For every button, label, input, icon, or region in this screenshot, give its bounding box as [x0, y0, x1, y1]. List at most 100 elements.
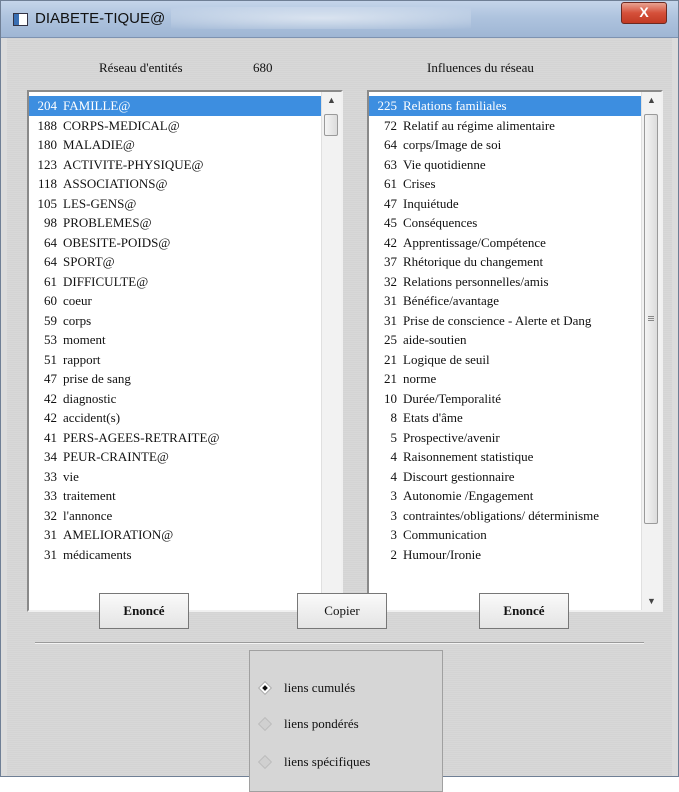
- scrollbar-thumb[interactable]: [644, 114, 658, 524]
- list-item[interactable]: 33 traitement: [29, 486, 322, 506]
- list-item[interactable]: 180 MALADIE@: [29, 135, 322, 155]
- arrow-up-icon[interactable]: ▲: [642, 92, 661, 109]
- list-item[interactable]: 61 Crises: [369, 174, 642, 194]
- list-item[interactable]: 41 PERS-AGEES-RETRAITE@: [29, 428, 322, 448]
- list-item[interactable]: 47 prise de sang: [29, 369, 322, 389]
- item-count: 64: [384, 137, 397, 152]
- item-label: Etats d'âme: [403, 410, 463, 425]
- title-bar[interactable]: DIABETE-TIQUE@ X: [1, 1, 678, 38]
- left-header-label: Réseau d'entités: [99, 60, 183, 75]
- list-item[interactable]: 42 accident(s): [29, 408, 322, 428]
- item-label: MALADIE@: [63, 137, 135, 152]
- list-item[interactable]: 51 rapport: [29, 350, 322, 370]
- list-item[interactable]: 47 Inquiétude: [369, 194, 642, 214]
- entity-list-scrollbar[interactable]: ▲ ▼: [321, 92, 341, 610]
- grip-icon: [648, 316, 654, 322]
- influence-list-scrollbar[interactable]: ▲ ▼: [641, 92, 661, 610]
- list-item[interactable]: 105 LES-GENS@: [29, 194, 322, 214]
- list-item[interactable]: 98 PROBLEMES@: [29, 213, 322, 233]
- list-item[interactable]: 3 Autonomie /Engagement: [369, 486, 642, 506]
- list-item[interactable]: 33 vie: [29, 467, 322, 487]
- list-item[interactable]: 37 Rhétorique du changement: [369, 252, 642, 272]
- radio-dot-icon: [257, 680, 273, 696]
- item-label: contraintes/obligations/ déterminisme: [403, 507, 600, 523]
- list-item[interactable]: 4 Raisonnement statistique: [369, 447, 642, 467]
- item-label: Prospective/avenir: [403, 429, 500, 445]
- item-label: Inquiétude: [403, 195, 459, 211]
- copier-button[interactable]: Copier: [297, 593, 387, 629]
- list-item[interactable]: 5 Prospective/avenir: [369, 428, 642, 448]
- list-item[interactable]: 31 médicaments: [29, 545, 322, 565]
- list-item[interactable]: 123 ACTIVITE-PHYSIQUE@: [29, 155, 322, 175]
- list-item[interactable]: 3 contraintes/obligations/ déterminisme: [369, 506, 642, 526]
- enonce-left-button[interactable]: Enoncé: [99, 593, 189, 629]
- list-item[interactable]: 188 CORPS-MEDICAL@: [29, 116, 322, 136]
- item-label: prise de sang: [63, 371, 131, 386]
- item-count: 42: [44, 390, 57, 406]
- list-item[interactable]: 31 Bénéfice/avantage: [369, 291, 642, 311]
- item-label: Humour/Ironie: [403, 546, 481, 562]
- close-icon[interactable]: X: [621, 2, 667, 24]
- list-item[interactable]: 32 Relations personnelles/amis: [369, 272, 642, 292]
- item-label: Raisonnement statistique: [403, 449, 534, 464]
- network-influences-list[interactable]: 225 Relations familiales 72 Relatif au régi…: [367, 90, 663, 612]
- list-item[interactable]: 72 Relatif au régime alimentaire: [369, 116, 642, 136]
- enonce-right-button[interactable]: Enoncé: [479, 593, 569, 629]
- list-item[interactable]: 32 l'annonce: [29, 506, 322, 526]
- list-item[interactable]: 59 corps: [29, 311, 322, 331]
- list-item[interactable]: 118 ASSOCIATIONS@: [29, 174, 322, 194]
- item-label: OBESITE-POIDS@: [63, 234, 171, 250]
- item-count: 47: [384, 195, 397, 211]
- item-label: Bénéfice/avantage: [403, 293, 499, 308]
- right-header-label: Influences du réseau: [427, 60, 534, 75]
- list-item[interactable]: 21 Logique de seuil: [369, 350, 642, 370]
- list-item[interactable]: 2 Humour/Ironie: [369, 545, 642, 565]
- list-item[interactable]: 31 Prise de conscience - Alerte et Dang: [369, 311, 642, 331]
- item-count: 59: [44, 312, 57, 328]
- item-label: Discourt gestionnaire: [403, 468, 515, 484]
- list-item[interactable]: 63 Vie quotidienne: [369, 155, 642, 175]
- scrollbar-thumb[interactable]: [324, 114, 338, 136]
- item-count: 3: [390, 507, 398, 523]
- list-item[interactable]: 60 coeur: [29, 291, 322, 311]
- client-area: Réseau d'entités 680 Influences du résea…: [7, 38, 672, 792]
- item-label: PEUR-CRAINTE@: [63, 449, 169, 464]
- list-item[interactable]: 45 Conséquences: [369, 213, 642, 233]
- list-item[interactable]: 10 Durée/Temporalité: [369, 389, 642, 409]
- item-label: corps: [63, 312, 92, 328]
- list-item[interactable]: 34 PEUR-CRAINTE@: [29, 447, 322, 467]
- item-count: 41: [44, 429, 57, 445]
- item-label: Prise de conscience - Alerte et Dang: [403, 312, 592, 328]
- entity-network-list[interactable]: 204 FAMILLE@ 188 CORPS-MEDICAL@ 180 MALADIE@ 1…: [27, 90, 343, 612]
- radio-dot-icon: [257, 754, 273, 770]
- list-item[interactable]: 64 OBESITE-POIDS@: [29, 233, 322, 253]
- item-label: Logique de seuil: [403, 351, 490, 367]
- list-item[interactable]: 225 Relations familiales: [369, 96, 642, 116]
- item-count: 10: [384, 390, 397, 406]
- list-item[interactable]: 64 corps/Image de soi: [369, 135, 642, 155]
- list-item[interactable]: 25 aide-soutien: [369, 330, 642, 350]
- item-count: 47: [44, 371, 57, 386]
- item-label: diagnostic: [63, 390, 117, 406]
- list-item[interactable]: 42 diagnostic: [29, 389, 322, 409]
- arrow-up-icon[interactable]: ▲: [322, 92, 341, 109]
- item-label: Durée/Temporalité: [403, 390, 501, 406]
- arrow-down-icon[interactable]: ▼: [642, 593, 661, 610]
- item-count: 21: [384, 351, 397, 367]
- list-item[interactable]: 204 FAMILLE@: [29, 96, 322, 116]
- list-item[interactable]: 4 Discourt gestionnaire: [369, 467, 642, 487]
- list-item[interactable]: 3 Communication: [369, 525, 642, 545]
- item-label: SPORT@: [63, 254, 115, 269]
- list-item[interactable]: 61 DIFFICULTE@: [29, 272, 322, 292]
- radio-label: liens cumulés: [284, 680, 356, 695]
- list-item[interactable]: 31 AMELIORATION@: [29, 525, 322, 545]
- list-item[interactable]: 64 SPORT@: [29, 252, 322, 272]
- list-item[interactable]: 53 moment: [29, 330, 322, 350]
- list-item[interactable]: 42 Apprentissage/Compétence: [369, 233, 642, 253]
- item-count: 33: [44, 488, 57, 503]
- list-item[interactable]: 21 norme: [369, 369, 642, 389]
- item-count: 98: [44, 215, 57, 230]
- item-count: 4: [390, 449, 398, 464]
- item-count: 8: [390, 410, 398, 425]
- list-item[interactable]: 8 Etats d'âme: [369, 408, 642, 428]
